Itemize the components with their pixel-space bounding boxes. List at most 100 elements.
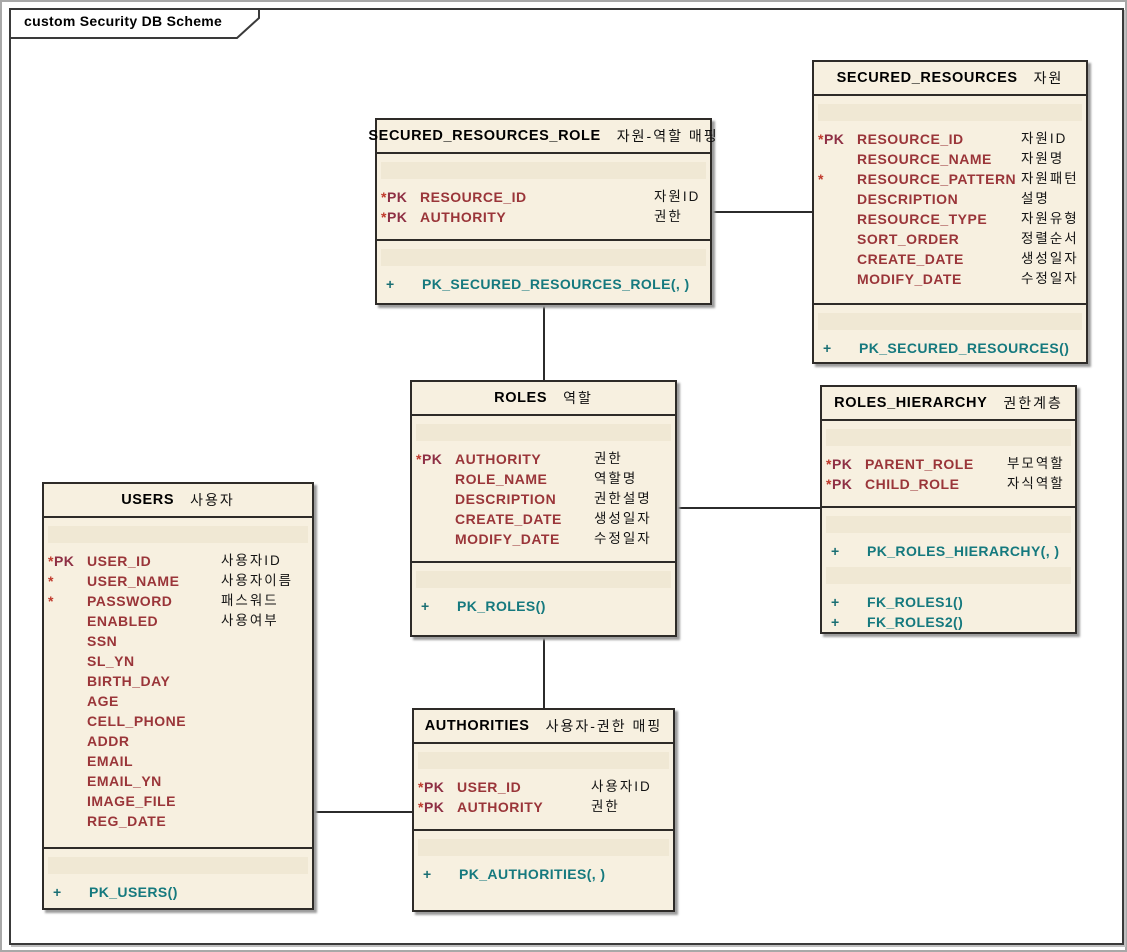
operation-row: + PK_ROLES_HIERARCHY(, ) <box>822 541 1075 561</box>
operation-row: +FK_ROLES1() <box>822 592 1075 612</box>
connector-users-authorities[interactable] <box>314 811 412 813</box>
column-name: AGE <box>87 691 119 711</box>
column-key-marker: *PK <box>416 449 442 469</box>
operations-compartment: + PK_SECURED_RESOURCES_ROLE(, ) <box>377 241 710 303</box>
column-row: EMAIL_YN <box>44 771 312 791</box>
operation-name: PK_ROLES_HIERARCHY(, ) <box>867 541 1059 561</box>
entity-korean-label: 자원 <box>1034 68 1064 88</box>
column-row: REG_DATE <box>44 811 312 831</box>
connector-roles-roleshierarchy[interactable] <box>677 507 820 509</box>
column-korean-label: 자원ID <box>1021 129 1067 149</box>
compartment-strip <box>826 516 1071 533</box>
operations-compartment: +PK_AUTHORITIES(, ) <box>414 831 673 910</box>
column-name: BIRTH_DAY <box>87 671 170 691</box>
entity-roles-hierarchy[interactable]: ROLES_HIERARCHY 권한계층 *PKPARENT_ROLE부모역할*… <box>820 385 1077 634</box>
compartment-strip <box>818 104 1082 121</box>
entity-korean-label: 자원-역할 매핑 <box>617 126 719 146</box>
operations-compartment: +PK_ROLES_HIERARCHY(, )+FK_ROLES1()+FK_R… <box>822 508 1075 632</box>
column-row: SSN <box>44 631 312 651</box>
column-row: RESOURCE_NAME자원명 <box>814 149 1086 169</box>
column-row: *PKAUTHORITY권한 <box>412 449 675 469</box>
entity-secured-resources[interactable]: SECURED_RESOURCES 자원 *PKRESOURCE_ID자원IDR… <box>812 60 1088 364</box>
column-name: USER_ID <box>457 777 521 797</box>
visibility-plus: + <box>53 882 62 902</box>
column-row: *PKUSER_ID사용자ID <box>414 777 673 797</box>
operations-compartment: + PK_USERS() <box>44 849 312 908</box>
column-name: CREATE_DATE <box>857 249 964 269</box>
column-row: SL_YN <box>44 651 312 671</box>
required-marker: * <box>418 779 424 795</box>
column-name: IMAGE_FILE <box>87 791 176 811</box>
operation-row: + PK_SECURED_RESOURCES_ROLE(, ) <box>377 274 710 294</box>
column-row: *PKAUTHORITY권한 <box>377 207 710 227</box>
column-row: *PKRESOURCE_ID자원ID <box>814 129 1086 149</box>
column-name: MODIFY_DATE <box>857 269 962 289</box>
operation-row: +PK_SECURED_RESOURCES() <box>814 338 1086 358</box>
column-name: ADDR <box>87 731 129 751</box>
column-korean-label: 자원ID <box>654 187 700 207</box>
attributes-compartment: *PKRESOURCE_ID자원IDRESOURCE_NAME자원명*RESOU… <box>814 96 1086 305</box>
attributes-compartment: *PKAUTHORITY권한ROLE_NAME역할명DESCRIPTION권한설… <box>412 416 675 563</box>
column-key-marker: *PK <box>826 474 852 494</box>
column-korean-label: 패스워드 <box>221 591 279 611</box>
column-name: SSN <box>87 631 117 651</box>
visibility-plus: + <box>386 274 395 294</box>
column-korean-label: 자원유형 <box>1021 209 1079 229</box>
column-row: CREATE_DATE생성일자 <box>412 509 675 529</box>
required-marker: * <box>818 171 824 187</box>
column-row: *PKPARENT_ROLE부모역할 <box>822 454 1075 474</box>
entity-roles[interactable]: ROLES 역할 *PKAUTHORITY권한ROLE_NAME역할명DESCR… <box>410 380 677 637</box>
operation-name: PK_USERS() <box>89 882 178 902</box>
column-key-marker: *PK <box>818 129 844 149</box>
operation-name: PK_SECURED_RESOURCES() <box>859 338 1069 358</box>
entity-secured-resources-role[interactable]: SECURED_RESOURCES_ROLE 자원-역할 매핑 *PKRESOU… <box>375 118 712 305</box>
column-key-marker: *PK <box>826 454 852 474</box>
column-korean-label: 사용여부 <box>221 611 279 631</box>
column-row: CREATE_DATE생성일자 <box>814 249 1086 269</box>
column-name: PASSWORD <box>87 591 172 611</box>
column-name: DESCRIPTION <box>857 189 958 209</box>
column-row: *USER_NAME사용자이름 <box>44 571 312 591</box>
required-marker: * <box>826 476 832 492</box>
column-korean-label: 수정일자 <box>1021 269 1079 289</box>
entity-header: AUTHORITIES 사용자-권한 매핑 <box>414 710 673 744</box>
entity-name: ROLES_HIERARCHY <box>834 395 987 411</box>
operation-name: PK_SECURED_RESOURCES_ROLE(, ) <box>422 274 690 294</box>
column-key-marker: * <box>48 571 54 591</box>
operations-compartment: +PK_SECURED_RESOURCES() <box>814 305 1086 362</box>
column-key-marker: *PK <box>418 797 444 817</box>
connector-securedresourcesrole-securedresources[interactable] <box>712 211 812 213</box>
entity-users[interactable]: USERS 사용자 *PKUSER_ID사용자ID*USER_NAME사용자이름… <box>42 482 314 910</box>
compartment-strip <box>381 162 706 179</box>
column-name: MODIFY_DATE <box>455 529 560 549</box>
entity-name: AUTHORITIES <box>425 718 530 734</box>
operation-name: PK_ROLES() <box>457 596 546 616</box>
column-korean-label: 자원명 <box>1021 149 1064 169</box>
entity-korean-label: 권한계층 <box>1003 393 1063 413</box>
entity-header: ROLES 역할 <box>412 382 675 416</box>
required-marker: * <box>416 451 422 467</box>
connector-roles-authorities[interactable] <box>543 637 545 708</box>
compartment-strip <box>818 313 1082 330</box>
column-row: MODIFY_DATE 수정일자 <box>814 269 1086 289</box>
column-name: ROLE_NAME <box>455 469 547 489</box>
column-name: CHILD_ROLE <box>865 474 959 494</box>
column-row: *PKAUTHORITY권한 <box>414 797 673 817</box>
entity-header: SECURED_RESOURCES_ROLE 자원-역할 매핑 <box>377 120 710 154</box>
compartment-strip <box>826 567 1071 584</box>
entity-header: ROLES_HIERARCHY 권한계층 <box>822 387 1075 421</box>
column-korean-label: 사용자ID <box>221 551 282 571</box>
operation-name: PK_AUTHORITIES(, ) <box>459 864 605 884</box>
entity-header: USERS 사용자 <box>44 484 312 518</box>
compartment-strip <box>416 571 671 588</box>
operations-compartment: +PK_ROLES() <box>412 563 675 635</box>
entity-authorities[interactable]: AUTHORITIES 사용자-권한 매핑 *PKUSER_ID사용자ID*PK… <box>412 708 675 912</box>
column-name: EMAIL_YN <box>87 771 162 791</box>
compartment-strip <box>418 839 669 856</box>
visibility-plus: + <box>831 541 840 561</box>
connector-securedresourcesrole-roles[interactable] <box>543 305 545 380</box>
column-key-marker: * <box>48 591 54 611</box>
required-marker: * <box>826 456 832 472</box>
column-name: RESOURCE_ID <box>420 187 527 207</box>
column-row: DESCRIPTION설명 <box>814 189 1086 209</box>
